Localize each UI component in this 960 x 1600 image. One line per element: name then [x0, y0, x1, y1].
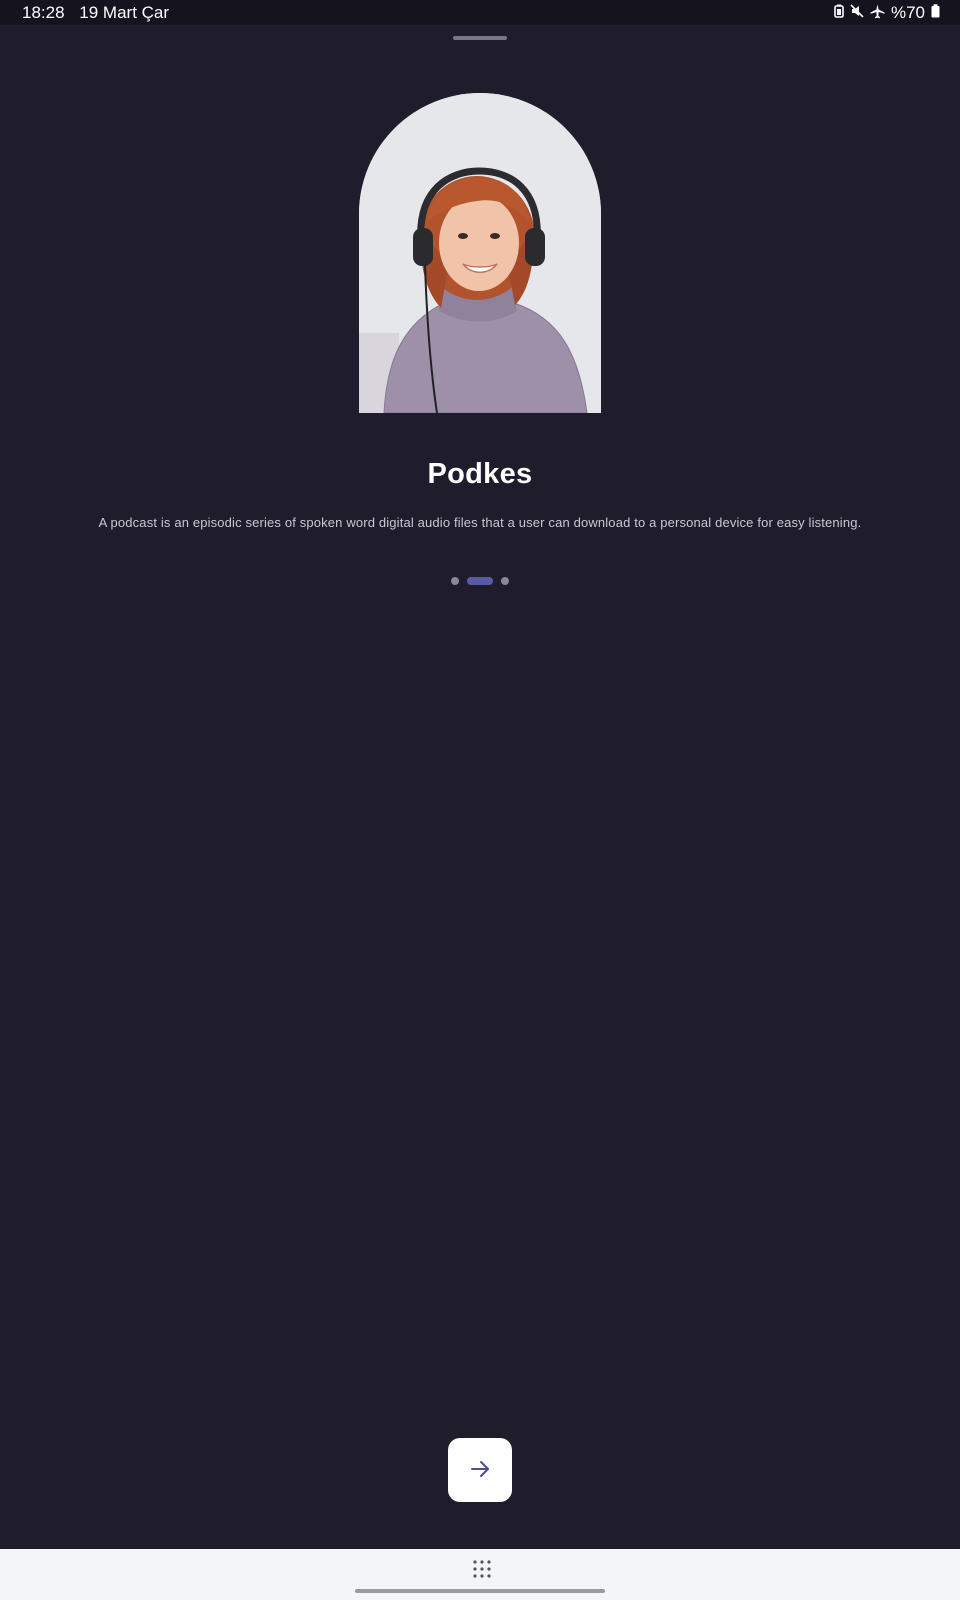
arrow-right-icon	[469, 1458, 491, 1483]
onboarding-description: A podcast is an episodic series of spoke…	[98, 515, 862, 530]
page-dot-3[interactable]	[501, 576, 509, 585]
status-bar: 18:28 19 Mart Çar %70	[0, 0, 960, 25]
mute-icon	[850, 4, 864, 22]
hero-image	[359, 93, 601, 413]
apps-grid-icon[interactable]	[472, 1559, 492, 1579]
page-dot-2-active[interactable]	[467, 576, 493, 585]
airplane-icon	[870, 4, 885, 23]
onboarding-title: Podkes	[427, 458, 533, 490]
battery-saver-icon	[834, 4, 844, 22]
status-right: %70	[834, 3, 940, 23]
status-time: 18:28	[22, 3, 65, 22]
battery-percent: %70	[890, 3, 925, 22]
navigation-bar	[0, 1549, 960, 1600]
status-left: 18:28 19 Mart Çar	[22, 3, 179, 23]
battery-icon	[931, 4, 940, 22]
drag-handle[interactable]	[453, 36, 507, 40]
status-date: 19 Mart Çar	[79, 3, 170, 22]
next-button[interactable]	[448, 1438, 512, 1502]
page-dot-1[interactable]	[451, 576, 459, 585]
home-indicator[interactable]	[355, 1589, 605, 1593]
page-indicator	[0, 576, 960, 585]
